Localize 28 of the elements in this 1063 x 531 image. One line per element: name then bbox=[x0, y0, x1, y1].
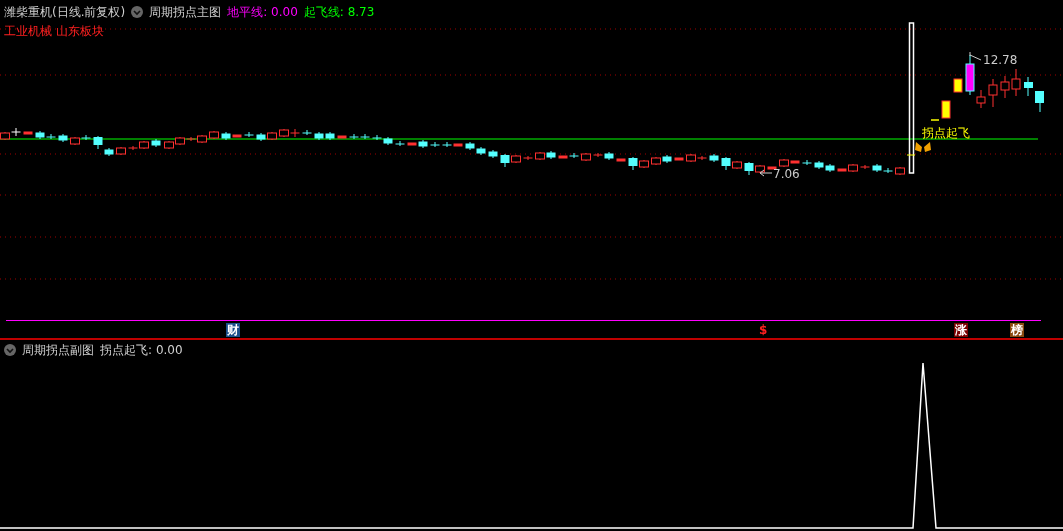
event-marker[interactable]: 榜 bbox=[1010, 323, 1024, 337]
signal-label: 拐点起飞 bbox=[922, 126, 970, 140]
event-marker[interactable]: 涨 bbox=[954, 323, 968, 337]
legend-item: 起飞线: 8.73 bbox=[303, 3, 375, 21]
candlestick bbox=[1035, 91, 1044, 113]
candlestick bbox=[1000, 75, 1010, 99]
candlestick bbox=[953, 78, 963, 93]
candlestick bbox=[941, 100, 951, 119]
butterfly-icon bbox=[915, 142, 931, 152]
event-marker[interactable]: 财 bbox=[226, 323, 240, 337]
dropdown-icon[interactable] bbox=[4, 344, 16, 356]
signal-tick bbox=[906, 154, 916, 156]
low-price-label: 7.06 bbox=[773, 167, 800, 181]
stock-title: 潍柴重机(日线.前复权) bbox=[4, 3, 126, 21]
signal-tick bbox=[930, 119, 940, 121]
legend-item: 拐点起飞: 0.00 bbox=[100, 341, 183, 359]
low-price-pointer bbox=[759, 169, 773, 177]
legend-item: 地平线: 0.00 bbox=[227, 3, 298, 21]
candlestick bbox=[1011, 68, 1021, 97]
indicator-name: 周期拐点主图 bbox=[149, 3, 222, 21]
high-price-label: 12.78 bbox=[983, 53, 1018, 67]
candlestick bbox=[988, 78, 998, 108]
event-marker[interactable]: $ bbox=[758, 323, 769, 337]
indicator-name: 周期拐点副图 bbox=[22, 341, 94, 359]
high-price-pointer bbox=[969, 51, 982, 61]
candlestick bbox=[1024, 76, 1033, 97]
dropdown-icon[interactable] bbox=[131, 6, 144, 18]
sector-label: 工业机械 山东板块 bbox=[3, 23, 105, 40]
